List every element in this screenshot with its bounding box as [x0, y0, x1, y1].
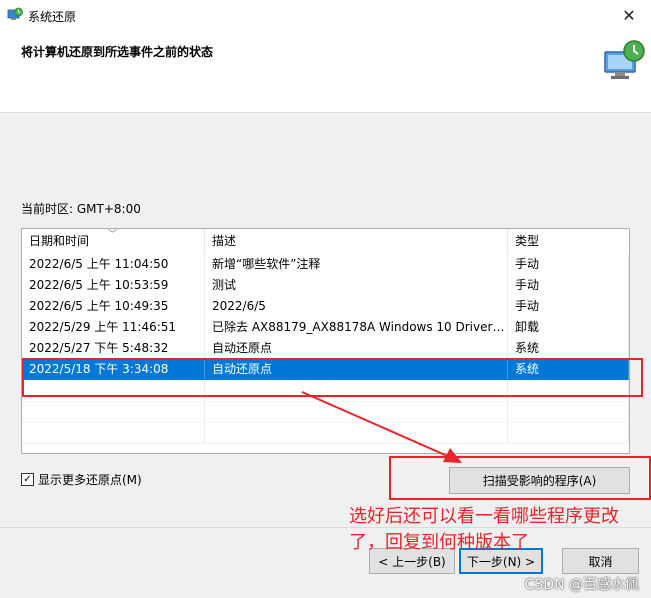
cell-description: 测试: [205, 275, 508, 296]
cell-type: 手动: [508, 254, 629, 275]
cell-description: 新增“哪些软件”注释: [205, 254, 508, 275]
table-row[interactable]: 2022/5/27 下午 5:48:32 自动还原点 系统: [22, 338, 629, 359]
cell-type: 系统: [508, 338, 629, 359]
cell-date: 2022/5/27 下午 5:48:32: [22, 338, 205, 359]
table-row[interactable]: 2022/6/5 上午 10:49:35 2022/6/5 手动: [22, 296, 629, 317]
column-header-type[interactable]: 类型: [508, 229, 629, 253]
restore-points-list[interactable]: ﹀ 日期和时间 描述 类型 2022/6/5 上午 11:04:50 新增“哪些…: [21, 228, 630, 454]
window-title: 系统还原: [28, 10, 77, 24]
close-icon: ✕: [622, 5, 636, 25]
show-more-label: 显示更多还原点(M): [38, 473, 142, 487]
sort-down-icon: ﹀: [108, 230, 118, 240]
close-button[interactable]: ✕: [607, 0, 651, 30]
show-more-restore-points[interactable]: ✓ 显示更多还原点(M): [21, 471, 142, 488]
watermark: CSDN @百感水佩: [524, 577, 639, 593]
highlight-scan-button: [389, 456, 651, 500]
cell-type: 卸载: [508, 317, 629, 338]
cell-type: 手动: [508, 296, 629, 317]
timezone-label: 当前时区: GMT+8:00: [21, 202, 141, 216]
wizard-header: 将计算机还原到所选事件之前的状态: [0, 30, 651, 113]
empty-row: [22, 401, 629, 423]
annotation-text: 选好后还可以看一看哪些程序更改了，回复到何种版本了: [349, 506, 619, 553]
page-title: 将计算机还原到所选事件之前的状态: [21, 45, 214, 59]
cell-date: 2022/5/29 上午 11:46:51: [22, 317, 205, 338]
checkmark-icon: ✓: [23, 473, 32, 485]
cell-description: 已除去 AX88179_AX88178A Windows 10 Drivers …: [205, 317, 508, 338]
column-header-date[interactable]: ﹀ 日期和时间: [22, 229, 205, 253]
cell-description: 2022/6/5: [205, 296, 508, 317]
cell-description: 自动还原点: [205, 338, 508, 359]
cell-type: 手动: [508, 275, 629, 296]
cell-date: 2022/6/5 上午 10:49:35: [22, 296, 205, 317]
table-row[interactable]: 2022/6/5 上午 11:04:50 新增“哪些软件”注释 手动: [22, 254, 629, 275]
empty-row: [22, 422, 629, 444]
list-header: ﹀ 日期和时间 描述 类型: [22, 229, 629, 253]
cell-date: 2022/6/5 上午 10:53:59: [22, 275, 205, 296]
system-restore-icon: [604, 40, 645, 79]
system-restore-icon: [7, 7, 23, 20]
system-restore-window: 系统还原 ✕ 将计算机还原到所选事件之前的状态 当前时区: GMT+8:00 ﹀…: [0, 0, 651, 598]
table-row[interactable]: 2022/6/5 上午 10:53:59 测试 手动: [22, 275, 629, 296]
column-header-description[interactable]: 描述: [205, 229, 508, 253]
cell-date: 2022/6/5 上午 11:04:50: [22, 254, 205, 275]
highlight-selected-row: [22, 358, 643, 397]
title-bar: 系统还原 ✕: [0, 0, 651, 30]
show-more-checkbox[interactable]: ✓: [21, 473, 34, 486]
table-row[interactable]: 2022/5/29 上午 11:46:51 已除去 AX88179_AX8817…: [22, 317, 629, 338]
